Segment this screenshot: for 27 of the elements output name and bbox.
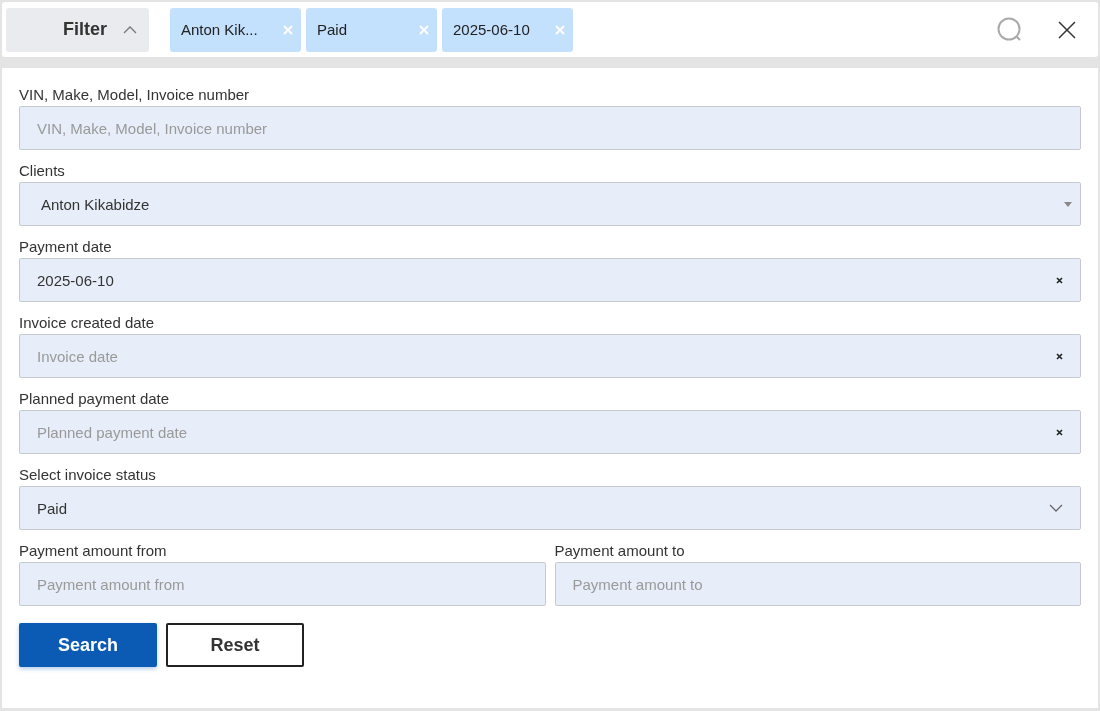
- select-field[interactable]: Anton Kikabidze: [19, 182, 1081, 226]
- chevron-down-icon: [1049, 504, 1063, 512]
- field-label: Invoice created date: [19, 314, 156, 332]
- chip-label: Anton Kik...: [181, 21, 258, 38]
- search-button[interactable]: Search: [19, 623, 157, 667]
- input-field[interactable]: VIN, Make, Model, Invoice number: [19, 106, 1081, 150]
- field-label: VIN, Make, Model, Invoice number: [19, 86, 251, 104]
- field-label: Payment amount to: [554, 542, 686, 560]
- reset-button[interactable]: Reset: [166, 623, 304, 667]
- close-icon[interactable]: [1058, 20, 1076, 39]
- field-label: Planned payment date: [19, 390, 171, 408]
- field-label: Clients: [19, 162, 66, 180]
- clear-icon[interactable]: [1056, 352, 1063, 360]
- input-field[interactable]: Payment amount to: [554, 562, 1081, 606]
- chevron-up-icon: [123, 25, 137, 34]
- field-label: Payment amount from: [19, 542, 168, 560]
- clear-icon[interactable]: [1056, 428, 1063, 436]
- date-field[interactable]: 2025-06-10: [19, 258, 1081, 302]
- field-label: Payment date: [19, 238, 113, 256]
- filter-button[interactable]: Filter: [6, 7, 149, 52]
- clear-icon[interactable]: [1056, 276, 1063, 284]
- chip-label: Paid: [317, 21, 348, 38]
- field-label: Select invoice status: [19, 466, 157, 484]
- caret-icon: [1064, 201, 1072, 207]
- select-field[interactable]: Paid: [19, 486, 1081, 530]
- input-field[interactable]: Payment amount from: [19, 562, 546, 606]
- chip-label: 2025-06-10: [453, 21, 530, 38]
